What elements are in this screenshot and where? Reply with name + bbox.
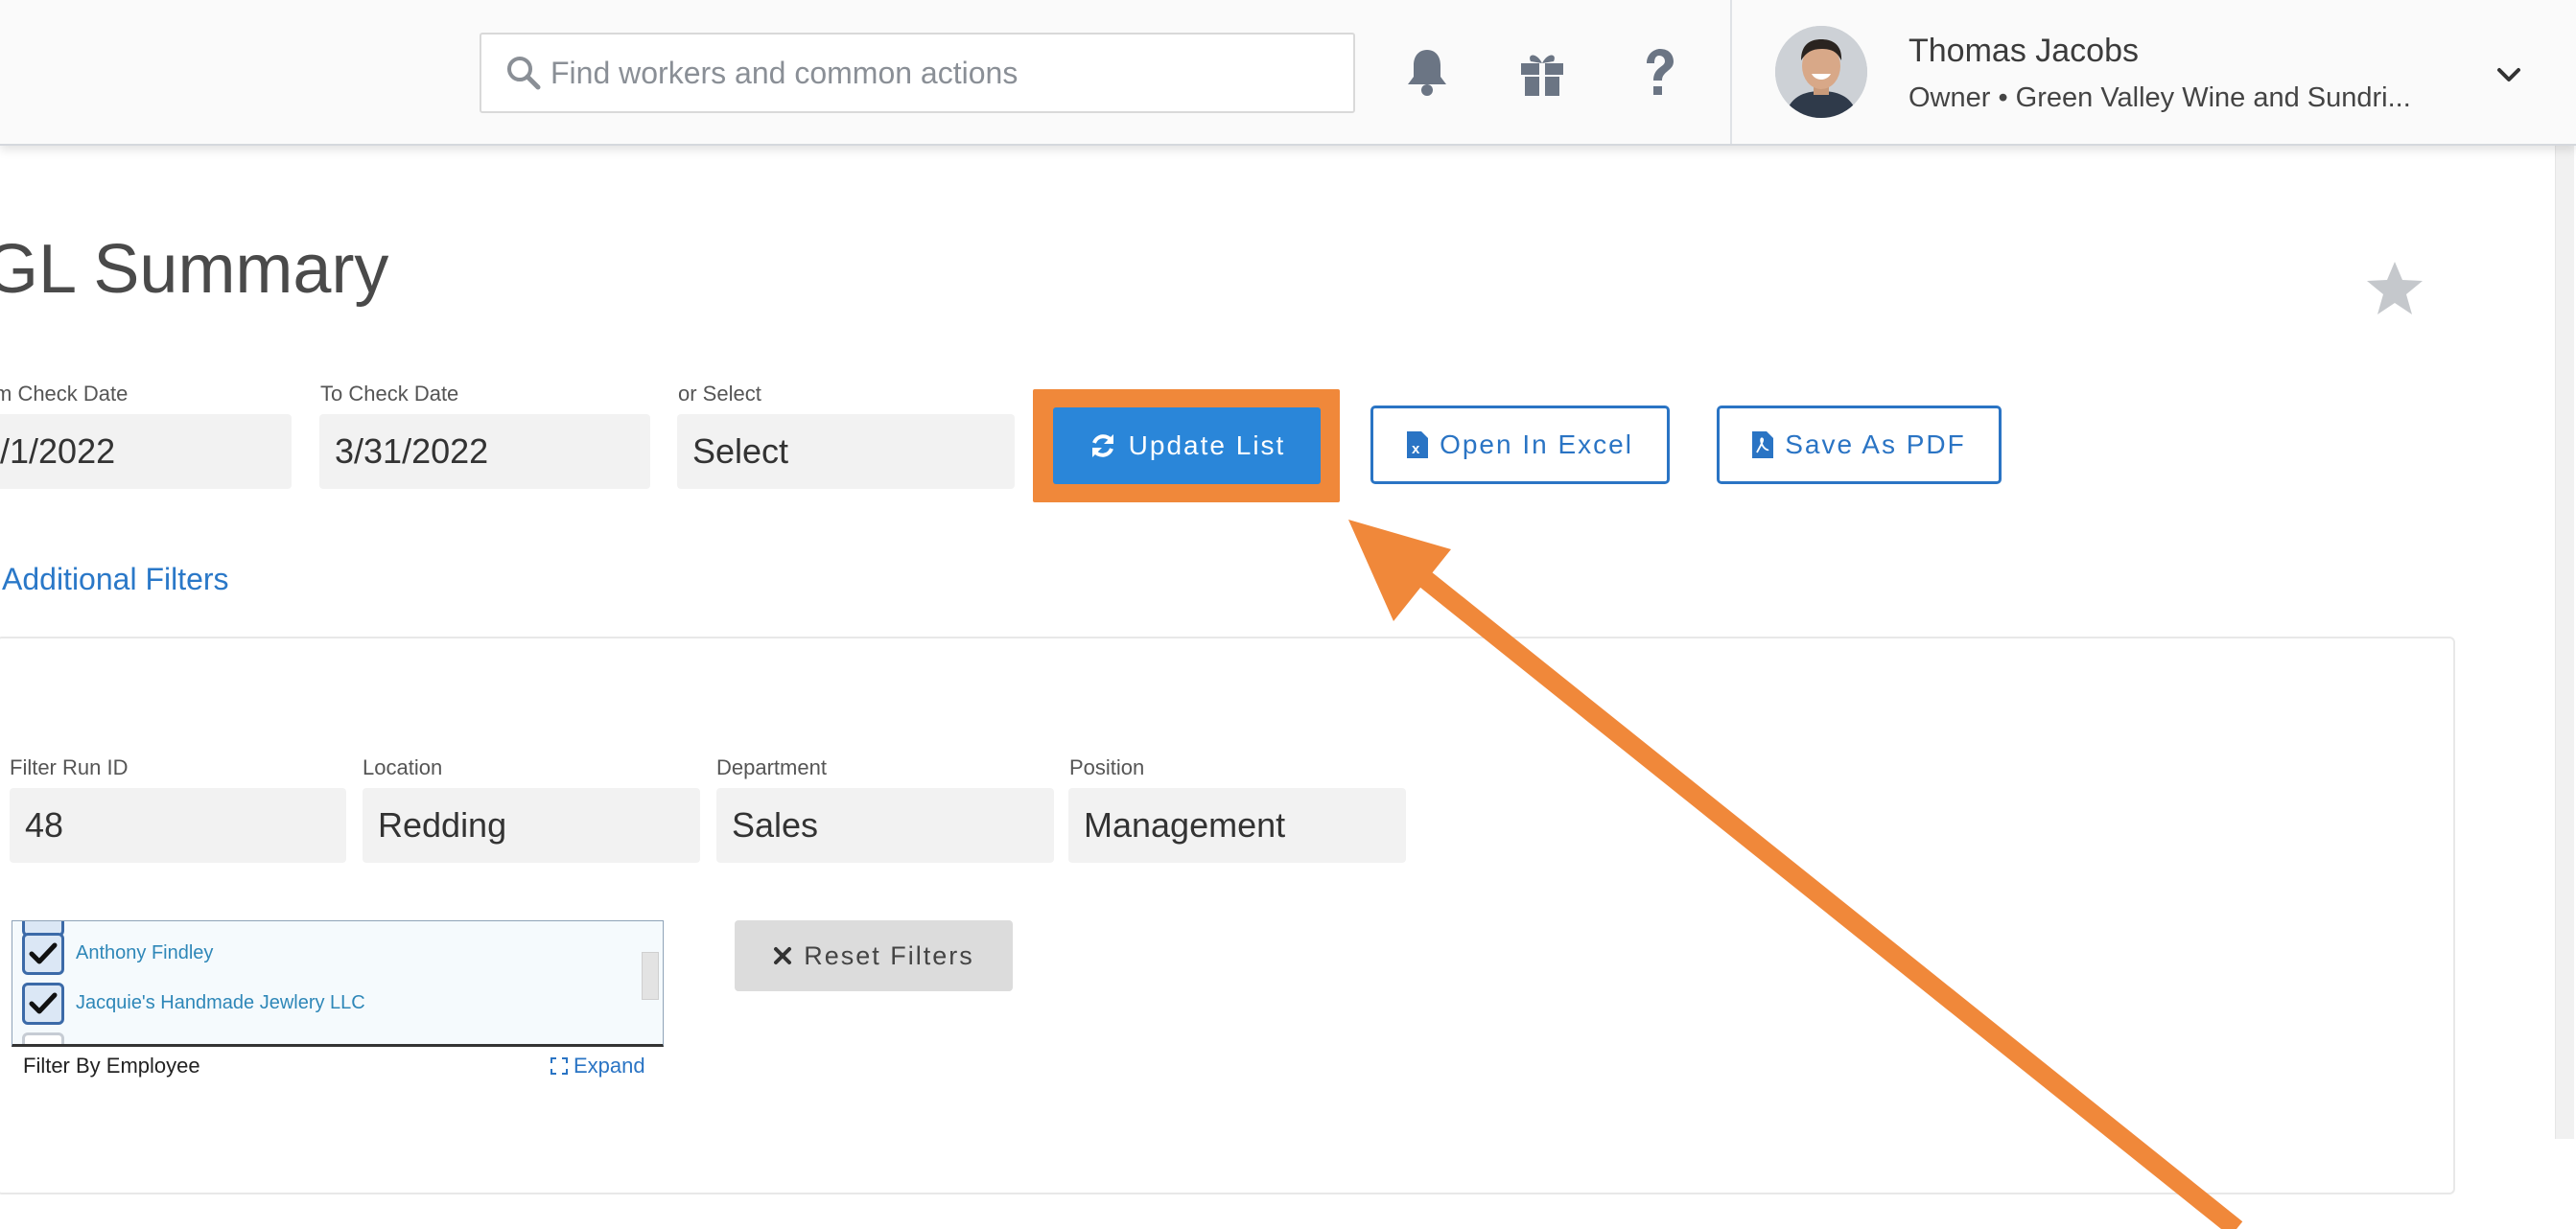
user-name: Thomas Jacobs (1909, 33, 2139, 69)
period-select-label: or Select (678, 382, 761, 406)
to-date-label: To Check Date (320, 382, 459, 406)
pdf-file-icon (1752, 431, 1774, 458)
expand-icon (550, 1057, 568, 1075)
user-role: Owner • Green Valley Wine and Sundri... (1909, 82, 2411, 113)
to-date-field[interactable]: 3/31/2022 (319, 414, 650, 489)
chevron-down-icon[interactable] (2490, 56, 2528, 94)
location-field[interactable]: Redding (363, 788, 700, 863)
refresh-icon (1091, 434, 1113, 457)
page-title: GL Summary (0, 231, 389, 308)
svg-text:x: x (1412, 441, 1421, 457)
employee-checkbox[interactable] (22, 933, 64, 975)
department-label: Department (716, 755, 827, 779)
help-icon[interactable] (1629, 44, 1687, 102)
open-in-excel-button[interactable]: x Open In Excel (1370, 406, 1670, 484)
search-input[interactable]: Find workers and common actions (480, 33, 1355, 113)
employee-name: Anthony Findley (76, 942, 214, 963)
expand-label: Expand (574, 1054, 645, 1078)
from-date-field[interactable]: /1/2022 (0, 414, 292, 489)
list-item[interactable] (18, 1031, 594, 1044)
employee-name: Jacquie's Handmade Jewlery LLC (76, 992, 365, 1013)
gift-icon[interactable] (1513, 44, 1571, 102)
header-divider (1730, 0, 1732, 144)
list-scrollbar[interactable] (642, 952, 659, 1000)
save-as-pdf-label: Save As PDF (1785, 429, 1966, 459)
list-item[interactable]: Jacquie's Handmade Jewlery LLC (18, 981, 594, 1027)
excel-file-icon: x (1407, 431, 1429, 458)
open-in-excel-label: Open In Excel (1440, 429, 1633, 459)
search-icon (507, 57, 541, 90)
page-scrollbar[interactable] (2555, 146, 2574, 1139)
checkmark-icon (29, 942, 58, 964)
position-label: Position (1069, 755, 1145, 779)
update-list-button[interactable]: Update List (1053, 407, 1321, 484)
filter-run-id-label: Filter Run ID (10, 755, 129, 779)
additional-filters-toggle[interactable]: Additional Filters (2, 562, 229, 597)
close-icon (774, 947, 792, 964)
star-icon[interactable] (2365, 259, 2424, 318)
update-list-label: Update List (1128, 430, 1286, 460)
employee-filter-label: Filter By Employee (23, 1054, 200, 1078)
expand-link[interactable]: Expand (550, 1054, 645, 1078)
period-select[interactable]: Select (677, 414, 1015, 489)
avatar[interactable] (1775, 26, 1867, 118)
list-item[interactable]: Anthony Findley (18, 931, 594, 977)
reset-filters-button[interactable]: Reset Filters (735, 920, 1013, 991)
additional-filters-panel (0, 637, 2455, 1194)
location-label: Location (363, 755, 443, 779)
from-date-label: m Check Date (0, 382, 129, 406)
search-placeholder: Find workers and common actions (550, 56, 1019, 90)
save-as-pdf-button[interactable]: Save As PDF (1717, 406, 2002, 484)
employee-checkbox[interactable] (22, 1032, 64, 1044)
filter-run-id-field[interactable]: 48 (10, 788, 346, 863)
reset-filters-label: Reset Filters (804, 940, 974, 970)
position-field[interactable]: Management (1068, 788, 1406, 863)
bell-icon[interactable] (1398, 44, 1456, 102)
checkmark-icon (29, 992, 58, 1014)
employee-filter-list[interactable]: Anthony Findley Jacquie's Handmade Jewle… (12, 920, 664, 1047)
top-header: Find workers and common actions Thomas J… (0, 0, 2576, 146)
employee-checkbox[interactable] (22, 983, 64, 1025)
department-field[interactable]: Sales (716, 788, 1054, 863)
